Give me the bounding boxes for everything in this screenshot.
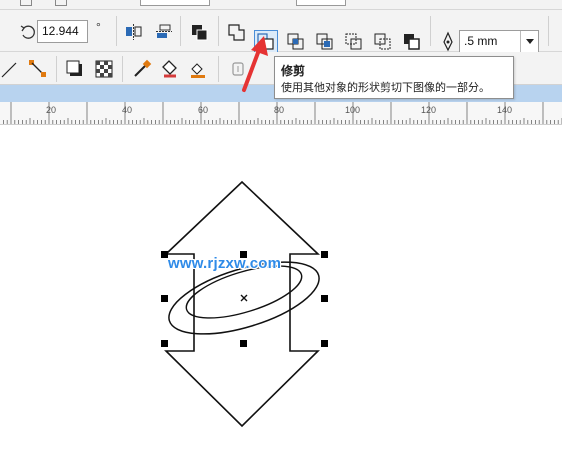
top-toolbar-strip xyxy=(0,0,562,10)
separator xyxy=(430,16,431,46)
separator xyxy=(218,16,219,46)
partial-icon xyxy=(55,0,67,6)
smart-fill-icon[interactable] xyxy=(186,57,210,81)
horizontal-ruler: 20 40 60 80 100 120 140 xyxy=(0,102,562,125)
partial-field xyxy=(140,0,210,6)
selection-handle[interactable] xyxy=(321,251,328,258)
outline-width-value: .5 mm xyxy=(464,34,498,48)
separator xyxy=(116,16,117,46)
pen-icon xyxy=(436,30,460,54)
selection-handle[interactable] xyxy=(240,340,247,347)
eyedropper-icon[interactable] xyxy=(130,57,154,81)
combine-icon[interactable] xyxy=(188,20,212,44)
selection-handle[interactable] xyxy=(161,251,168,258)
ruler-label: 140 xyxy=(497,105,513,115)
dropdown-arrow-icon[interactable] xyxy=(520,31,538,52)
separator xyxy=(218,56,219,82)
boundary-icon[interactable] xyxy=(400,30,424,54)
front-minus-back-icon[interactable] xyxy=(342,30,366,54)
weld-icon[interactable] xyxy=(225,20,249,44)
ruler-label: 40 xyxy=(122,105,133,115)
tooltip-description: 使用其他对象的形状剪切下图像的一部分。 xyxy=(281,81,490,94)
trim-tooltip: 修剪 使用其他对象的形状剪切下图像的一部分。 xyxy=(274,56,514,99)
fill-bucket-icon[interactable] xyxy=(158,57,182,81)
separator xyxy=(548,16,549,46)
back-minus-front-icon[interactable] xyxy=(371,30,395,54)
line-icon[interactable] xyxy=(0,57,24,81)
align-icon[interactable] xyxy=(152,20,176,44)
partial-icon xyxy=(20,0,32,6)
separator xyxy=(122,56,123,82)
selection-handle[interactable] xyxy=(321,295,328,302)
ruler-label: 120 xyxy=(421,105,437,115)
rotation-angle-input[interactable]: 12.944 xyxy=(37,20,88,43)
tooltip-title: 修剪 xyxy=(281,64,306,78)
lock-icon[interactable] xyxy=(226,57,250,81)
ruler-label: 20 xyxy=(46,105,57,115)
separator xyxy=(56,56,57,82)
selection-handle[interactable] xyxy=(161,295,168,302)
ruler-label: 80 xyxy=(274,105,285,115)
partial-field xyxy=(296,0,346,6)
property-bar: 12.944 ° .5 mm xyxy=(0,10,562,54)
drawing-canvas[interactable] xyxy=(0,125,562,461)
selection-handle[interactable] xyxy=(161,340,168,347)
separator xyxy=(180,16,181,46)
connector-icon[interactable] xyxy=(26,57,50,81)
ruler-label: 100 xyxy=(345,105,361,115)
intersect-icon[interactable] xyxy=(284,30,308,54)
mirror-icon[interactable] xyxy=(122,20,146,44)
selection-handle[interactable] xyxy=(321,340,328,347)
trim-button[interactable] xyxy=(254,30,278,54)
rotation-degree-label: ° xyxy=(96,20,101,34)
drop-shadow-icon[interactable] xyxy=(63,57,87,81)
watermark-text: www.rjzxw.com xyxy=(168,255,282,272)
ruler-label: 60 xyxy=(198,105,209,115)
transparency-icon[interactable] xyxy=(92,57,116,81)
double-arrow-shape[interactable] xyxy=(163,180,321,428)
center-marker-icon xyxy=(240,294,248,302)
simplify-icon[interactable] xyxy=(313,30,337,54)
